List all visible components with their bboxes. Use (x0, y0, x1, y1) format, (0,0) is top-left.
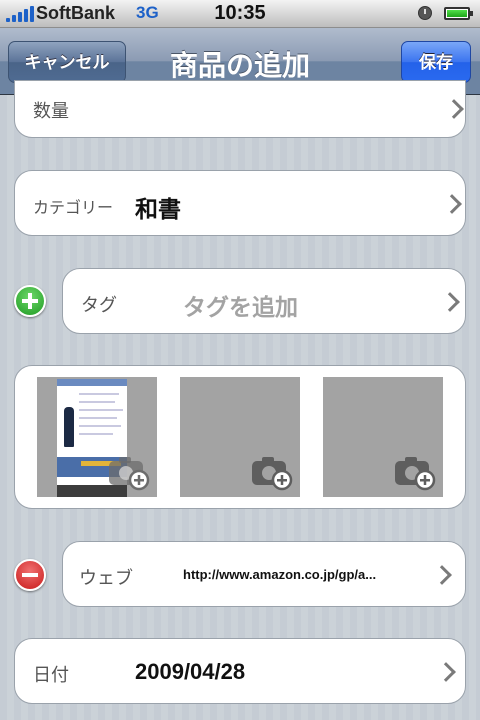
thumbnail-header (57, 379, 127, 386)
quantity-label: 数量 (33, 101, 69, 122)
battery-icon (444, 7, 470, 20)
clock: 10:35 (214, 2, 266, 24)
thumbnail-figure (64, 407, 74, 447)
cancel-button[interactable]: キャンセル (8, 41, 126, 83)
quantity-row[interactable]: 数量 (14, 80, 466, 138)
thumbnail-line (79, 409, 123, 411)
battery-tip (470, 11, 473, 16)
category-value: 和書 (135, 197, 181, 223)
chevron-right-icon (432, 565, 452, 585)
page-title: 商品の追加 (169, 49, 310, 82)
date-value: 2009/04/28 (135, 659, 246, 684)
chevron-right-icon (436, 662, 456, 682)
web-url-value: http://www.amazon.co.jp/gp/a... (183, 567, 377, 582)
camera-add-icon (252, 457, 293, 491)
camera-add-icon (109, 457, 150, 491)
photo-thumbnail[interactable] (37, 377, 157, 497)
tag-label: タグ (81, 295, 117, 316)
tag-placeholder[interactable]: タグを追加 (183, 288, 298, 322)
alarm-icon (418, 6, 432, 20)
add-tag-button[interactable] (14, 285, 46, 317)
remove-web-button[interactable] (14, 559, 46, 591)
category-label: カテゴリー (33, 198, 114, 217)
photo-slot-empty[interactable] (323, 377, 443, 497)
tag-row[interactable]: タグ タグを追加 (62, 268, 466, 334)
thumbnail-line (79, 425, 121, 427)
thumbnail-line (79, 417, 117, 419)
thumbnail-line (79, 393, 119, 395)
thumbnail-line (79, 401, 115, 403)
status-bar: SoftBank 3G 10:35 (0, 0, 480, 28)
date-row[interactable]: 日付 2009/04/28 (14, 638, 466, 704)
chevron-right-icon (442, 194, 462, 214)
chevron-right-icon (440, 292, 460, 312)
chevron-right-icon (444, 99, 464, 119)
date-label: 日付 (33, 665, 69, 686)
photos-row (14, 365, 466, 509)
web-row[interactable]: ウェブ http://www.amazon.co.jp/gp/a... (62, 541, 466, 607)
thumbnail-line (79, 433, 113, 435)
camera-add-icon (395, 457, 436, 491)
category-row[interactable]: カテゴリー 和書 (14, 170, 466, 236)
photo-slot-empty[interactable] (180, 377, 300, 497)
web-label: ウェブ (79, 568, 133, 589)
save-button[interactable]: 保存 (401, 41, 471, 83)
